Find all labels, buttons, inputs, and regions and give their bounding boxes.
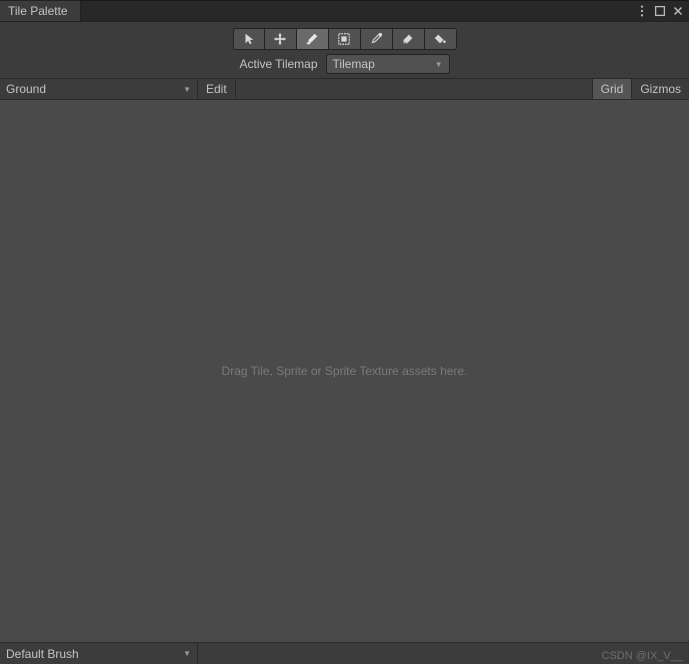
subbar-spacer xyxy=(236,79,592,99)
chevron-down-icon: ▼ xyxy=(183,649,191,658)
paint-brush-tool[interactable] xyxy=(297,28,329,50)
chevron-down-icon: ▼ xyxy=(183,85,191,94)
palette-dropdown[interactable]: Ground ▼ xyxy=(0,79,198,99)
active-tilemap-dropdown[interactable]: Tilemap ▼ xyxy=(326,54,450,74)
eraser-tool[interactable] xyxy=(393,28,425,50)
context-menu-icon[interactable] xyxy=(635,4,649,18)
active-tilemap-row: Active Tilemap Tilemap ▼ xyxy=(239,54,449,74)
tool-buttons xyxy=(233,28,457,50)
grid-label: Grid xyxy=(601,82,624,96)
active-tilemap-value: Tilemap xyxy=(333,57,375,71)
maximize-icon[interactable] xyxy=(653,4,667,18)
box-fill-tool[interactable] xyxy=(329,28,361,50)
flood-fill-tool[interactable] xyxy=(425,28,457,50)
window-controls xyxy=(631,0,689,21)
active-tilemap-label: Active Tilemap xyxy=(239,57,317,71)
select-tool[interactable] xyxy=(233,28,265,50)
tab-title: Tile Palette xyxy=(8,4,68,18)
brush-dropdown[interactable]: Default Brush ▼ xyxy=(0,643,198,664)
chevron-down-icon: ▼ xyxy=(435,60,443,69)
gizmos-toggle[interactable]: Gizmos xyxy=(631,79,689,99)
picker-tool[interactable] xyxy=(361,28,393,50)
canvas-hint: Drag Tile, Sprite or Sprite Texture asse… xyxy=(222,364,468,378)
view-toggles: Grid Gizmos xyxy=(592,79,689,99)
palette-canvas[interactable]: Drag Tile, Sprite or Sprite Texture asse… xyxy=(0,100,689,642)
gizmos-label: Gizmos xyxy=(640,82,681,96)
brush-value: Default Brush xyxy=(6,647,79,661)
titlebar-spacer xyxy=(81,0,631,21)
edit-label: Edit xyxy=(206,82,227,96)
close-icon[interactable] xyxy=(671,4,685,18)
palette-value: Ground xyxy=(6,82,46,96)
palette-bar: Ground ▼ Edit Grid Gizmos xyxy=(0,78,689,100)
window-tab[interactable]: Tile Palette xyxy=(0,0,81,21)
footer-bar: Default Brush ▼ CSDN @IX_V__ xyxy=(0,642,689,664)
watermark: CSDN @IX_V__ xyxy=(602,650,683,662)
title-bar: Tile Palette xyxy=(0,0,689,22)
footer-rest: CSDN @IX_V__ xyxy=(198,643,689,664)
edit-button[interactable]: Edit xyxy=(198,79,236,99)
grid-toggle[interactable]: Grid xyxy=(592,79,632,99)
toolbar: Active Tilemap Tilemap ▼ xyxy=(0,22,689,78)
move-tool[interactable] xyxy=(265,28,297,50)
